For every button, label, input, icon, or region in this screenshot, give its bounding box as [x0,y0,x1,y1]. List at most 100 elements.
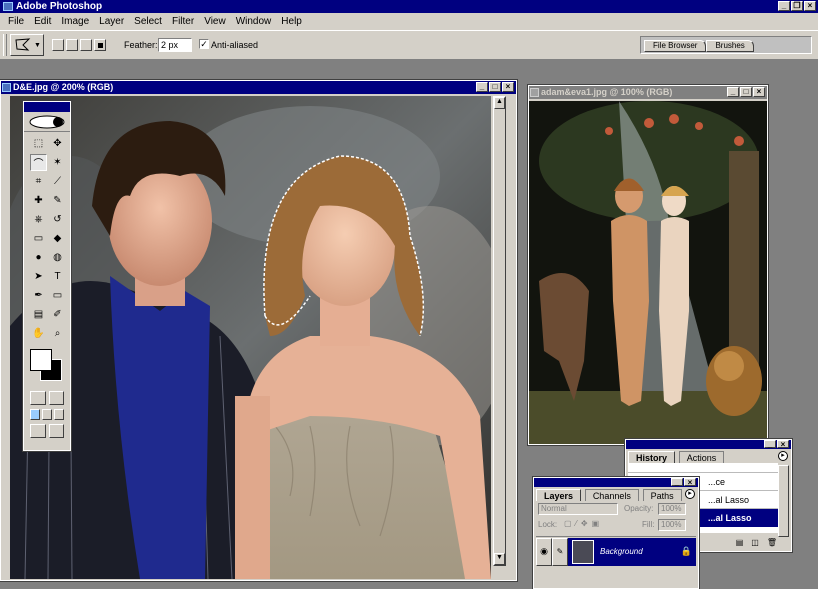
intersect-selection-button[interactable] [94,39,106,51]
tab-layers[interactable]: Layers [536,489,582,501]
layers-title-bar[interactable]: _ × [534,478,698,487]
antialias-checkbox[interactable]: ✓ [199,39,209,49]
brushes-tab[interactable]: Brushes [706,40,754,52]
history-brush-tool-icon[interactable]: ↺ [49,211,66,228]
document2-title-bar[interactable]: adam&eva1.jpg @ 100% (RGB) _ □ × [529,86,767,99]
opacity-field[interactable]: 100% [658,503,686,515]
history-close-button[interactable]: × [777,440,789,449]
healing-tool-icon[interactable]: ✚ [30,192,47,209]
stamp-tool-icon[interactable]: ⎈ [30,211,47,228]
move-tool-icon[interactable]: ✥ [49,135,66,152]
slice-tool-icon[interactable]: ⟋ [49,173,66,190]
jump-to-app-icon[interactable] [48,424,64,438]
scroll-up-arrow-icon[interactable]: ▲ [494,97,505,109]
document-title-bar[interactable]: D&E.jpg @ 200% (RGB) _ □ × [1,81,516,94]
document-canvas[interactable] [10,96,491,579]
eraser-tool-icon[interactable]: ▭ [30,230,47,247]
hand-tool-icon[interactable]: ✋ [30,325,47,342]
add-selection-button[interactable] [66,39,78,51]
adobe-online-button[interactable] [24,112,70,132]
doc-close-button[interactable]: × [502,82,514,92]
layers-close-button[interactable]: × [684,478,696,487]
photoshop-icon [3,2,13,11]
menu-layer[interactable]: Layer [94,16,129,27]
document-window-adam-eva[interactable]: adam&eva1.jpg @ 100% (RGB) _ □ × [527,84,769,446]
blur-tool-icon[interactable]: ◍ [49,249,66,266]
menu-view[interactable]: View [199,16,231,27]
quickmask-mode-button[interactable] [48,391,64,405]
history-title-bar[interactable]: _ × [626,440,791,449]
toolbox-title-bar[interactable] [24,102,70,112]
history-minimize-button[interactable]: _ [764,440,776,449]
crop-tool-icon[interactable]: ⌗ [30,173,47,190]
tab-actions[interactable]: Actions [678,451,725,463]
subtract-selection-button[interactable] [80,39,92,51]
document-window-de[interactable]: D&E.jpg @ 200% (RGB) _ □ × ▲ ▼ [0,79,518,582]
dodge-tool-icon[interactable]: ● [30,249,47,266]
full-screen-menu-button[interactable] [42,409,52,420]
tab-history[interactable]: History [628,451,676,463]
marquee-tool-icon[interactable]: ⬚ [30,135,47,152]
lock-icons[interactable]: ▢⁄✥▣ [564,519,603,528]
document-title: D&E.jpg @ 200% (RGB) [13,82,114,92]
magic-wand-tool-icon[interactable]: ✶ [49,154,66,171]
doc2-close-button[interactable]: × [753,87,765,97]
new-selection-button[interactable] [52,39,64,51]
bucket-tool-icon[interactable]: ◆ [49,230,66,247]
full-screen-button[interactable] [54,409,64,420]
doc2-minimize-button[interactable]: _ [727,87,739,97]
chevron-down-icon: ▼ [34,41,41,49]
feather-field[interactable]: 2 px [158,38,192,52]
doc-minimize-button[interactable]: _ [476,82,488,92]
file-browser-tab[interactable]: File Browser [644,40,707,52]
minimize-button[interactable]: _ [778,1,790,11]
brush-link-icon[interactable]: ✎ [552,537,568,566]
eyedropper-tool-icon[interactable]: ✐ [49,306,66,323]
scroll-down-arrow-icon[interactable]: ▼ [494,553,505,565]
notes-tool-icon[interactable]: ▤ [30,306,47,323]
layer-thumbnail [572,539,594,564]
menu-window[interactable]: Window [231,16,277,27]
menu-filter[interactable]: Filter [167,16,199,27]
eye-visibility-icon[interactable]: ◉ [536,537,552,566]
document-icon [2,83,11,92]
new-document-from-state-icon[interactable]: ▤ [736,538,744,550]
layers-menu-icon[interactable]: ▸ [685,489,695,499]
menu-file[interactable]: File [3,16,29,27]
standard-mode-button[interactable] [30,391,46,405]
type-tool-icon[interactable]: T [49,268,66,285]
vertical-scrollbar[interactable]: ▲ ▼ [493,96,506,566]
menu-bar: File Edit Image Layer Select Filter View Window… [0,13,818,30]
standard-screen-button[interactable] [30,409,40,420]
fill-field[interactable]: 100% [658,519,686,531]
path-select-tool-icon[interactable]: ➤ [30,268,47,285]
layer-row-background[interactable]: ◉ ✎ Background 🔒 [536,536,696,566]
pen-tool-icon[interactable]: ✒ [30,287,47,304]
doc-maximize-button[interactable]: □ [489,82,501,92]
menu-select[interactable]: Select [129,16,167,27]
jump-to-imageready-icon[interactable] [30,424,46,438]
history-snapshot[interactable] [628,463,778,473]
menu-image[interactable]: Image [56,16,94,27]
document2-canvas[interactable] [529,101,767,444]
close-button[interactable]: × [804,1,816,11]
layers-minimize-button[interactable]: _ [671,478,683,487]
tool-preset-picker[interactable]: ▼ [10,34,44,56]
delete-state-icon[interactable]: 🗑 [767,538,777,550]
history-scrollbar[interactable] [778,465,789,537]
tab-channels[interactable]: Channels [584,489,639,501]
history-menu-icon[interactable]: ▸ [778,451,788,461]
menu-help[interactable]: Help [276,16,307,27]
lasso-tool-icon[interactable]: ⌒ [30,154,47,171]
restore-button[interactable]: ❐ [791,1,803,11]
doc2-maximize-button[interactable]: □ [740,87,752,97]
new-snapshot-icon[interactable]: ◫ [751,538,759,550]
tab-paths[interactable]: Paths [642,489,682,501]
options-grip[interactable] [3,34,7,56]
menu-edit[interactable]: Edit [29,16,56,27]
foreground-color-swatch[interactable] [30,349,52,371]
brush-tool-icon[interactable]: ✎ [49,192,66,209]
shape-tool-icon[interactable]: ▭ [49,287,66,304]
blend-mode-select[interactable]: Normal [538,503,618,515]
zoom-tool-icon[interactable]: ⌕ [49,325,66,342]
